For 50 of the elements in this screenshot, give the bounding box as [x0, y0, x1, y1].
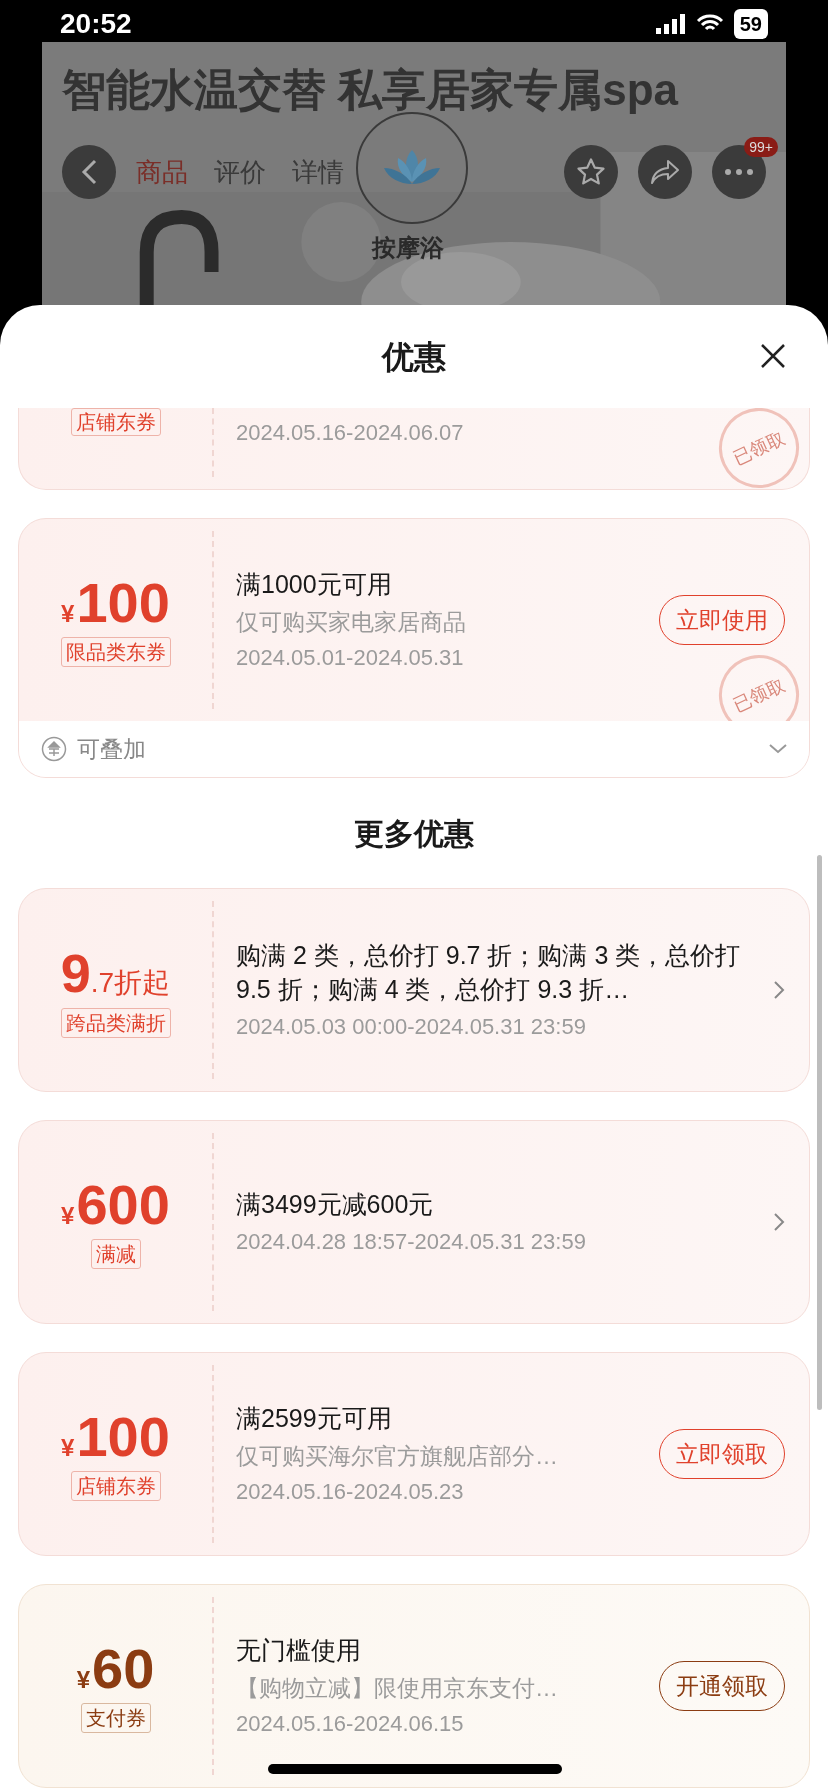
- battery-indicator: 59: [733, 9, 768, 39]
- more-icon: [725, 169, 753, 175]
- coupon-amount: ¥60: [76, 1639, 155, 1699]
- coupon-amount: ¥600: [61, 1175, 170, 1235]
- stackable-label: 可叠加: [77, 734, 147, 764]
- coupon-date: 2024.05.16-2024.06.07: [236, 420, 464, 445]
- star-icon: [576, 157, 606, 187]
- section-title: 更多优惠: [354, 815, 474, 852]
- product-tab[interactable]: 商品: [136, 152, 188, 192]
- coupon-date: 2024.05.03 00:00-2024.05.31 23:59: [236, 1013, 587, 1041]
- coupon-date: 2024.05.16-2024.05.23: [236, 1478, 465, 1506]
- share-icon: [650, 159, 680, 185]
- chevron-down-icon: [769, 744, 787, 754]
- stack-icon: [41, 736, 67, 762]
- sheet-title: 优惠: [382, 337, 446, 377]
- product-headline: 智能水温交替 私享居家专属spa: [62, 64, 680, 116]
- coupon-tag: 满减: [90, 1239, 141, 1269]
- signal-icon: [655, 14, 686, 34]
- coupon-amount: ¥100: [61, 573, 170, 633]
- chevron-right-icon[interactable]: [773, 1212, 785, 1232]
- coupon-date: 2024.05.16-2024.06.15: [236, 1710, 465, 1738]
- coupon-title: 购满 2 类，总价打 9.7 折；购满 3 类，总价打 9.5 折；购满 4 类，总价打 9.3 折…: [236, 940, 742, 1005]
- coupon-action-button[interactable]: 开通领取: [659, 1661, 785, 1711]
- coupon-date: 2024.05.01-2024.05.31: [236, 644, 465, 672]
- coupon-title: 无门槛使用: [236, 1635, 362, 1666]
- coupon-title: 满3499元减600元: [236, 1189, 435, 1220]
- coupon-description: 仅可购买海尔官方旗舰店部分…: [236, 1442, 559, 1471]
- coupon-action-button[interactable]: 立即使用: [659, 595, 785, 645]
- discount-amount: 9.7折起: [60, 942, 171, 1004]
- coupon-action-button[interactable]: 立即领取: [659, 1429, 785, 1479]
- coupon-tag: 店铺东券: [70, 1471, 161, 1501]
- coupon-amount: ¥100: [61, 1407, 170, 1467]
- coupon-tag: 店铺东券: [70, 408, 161, 436]
- close-icon: [760, 343, 786, 369]
- back-icon: [81, 159, 97, 185]
- product-tab[interactable]: 详情: [292, 152, 344, 192]
- coupon-tag: 限品类东券: [60, 637, 171, 667]
- category-label: 按摩浴: [372, 233, 444, 263]
- status-time: 20:52: [60, 7, 132, 41]
- coupon-title: 满1000元可用: [236, 569, 393, 600]
- notification-badge: 99+: [744, 137, 778, 157]
- coupon-date: 2024.04.28 18:57-2024.05.31 23:59: [236, 1228, 587, 1256]
- coupon-description: 【购物立减】限使用京东支付…: [236, 1674, 559, 1703]
- stackable-bar[interactable]: 可叠加: [19, 721, 809, 777]
- coupon-description: 仅可购买家电家居商品: [236, 608, 467, 637]
- coupon-tag: 跨品类满折: [60, 1007, 171, 1038]
- product-tab[interactable]: 评价: [214, 152, 266, 192]
- coupon-title: 满2599元可用: [236, 1403, 393, 1434]
- coupon-tag: 支付券: [80, 1703, 151, 1733]
- chevron-right-icon[interactable]: [773, 980, 785, 1000]
